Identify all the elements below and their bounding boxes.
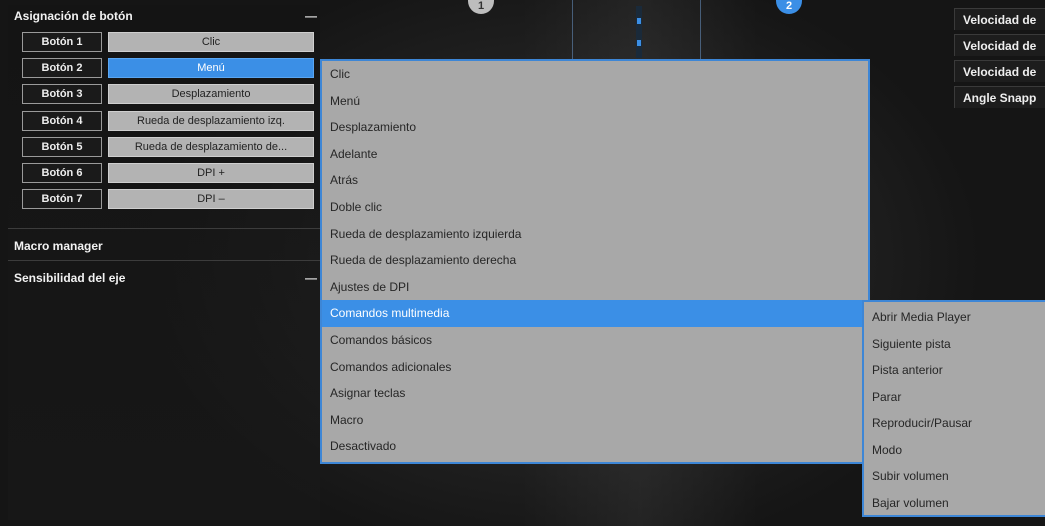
submenu-item[interactable]: Bajar volumen: [864, 490, 1045, 517]
button-row: Botón 6 DPI +: [22, 163, 314, 183]
submenu-item[interactable]: Parar: [864, 384, 1045, 411]
button-action-select[interactable]: Rueda de desplazamiento izq.: [108, 110, 314, 131]
axis-sensitivity-header[interactable]: Sensibilidad del eje —: [8, 268, 320, 288]
dropdown-menu-item[interactable]: Rueda de desplazamiento derecha: [322, 247, 868, 274]
right-panel-item[interactable]: Velocidad de: [954, 8, 1045, 30]
button-action-select[interactable]: Menú: [108, 58, 314, 79]
button-row: Botón 3 Desplazamiento: [22, 84, 314, 105]
collapse-icon[interactable]: —: [304, 6, 318, 26]
right-panel-item[interactable]: Velocidad de: [954, 60, 1045, 82]
right-panel-item[interactable]: Angle Snapp: [954, 86, 1045, 108]
button-action-select[interactable]: Rueda de desplazamiento de...: [108, 136, 314, 157]
multimedia-submenu: Abrir Media Player Siguiente pista Pista a…: [862, 300, 1045, 517]
button-name-label: Botón 6: [22, 163, 102, 183]
dropdown-menu-item[interactable]: Macro: [322, 407, 868, 434]
macro-manager-header[interactable]: Macro manager: [8, 236, 320, 256]
dropdown-menu-item[interactable]: Comandos adicionales: [322, 354, 868, 381]
dropdown-menu-item[interactable]: Asignar teclas: [322, 380, 868, 407]
submenu-item[interactable]: Reproducir/Pausar: [864, 410, 1045, 437]
dropdown-menu-item[interactable]: Comandos básicos: [322, 327, 868, 354]
button-name-label: Botón 1: [22, 32, 102, 52]
dropdown-menu-item[interactable]: Comandos multimedia: [322, 300, 868, 327]
collapse-icon[interactable]: —: [304, 268, 318, 288]
dropdown-menu-item[interactable]: Doble clic: [322, 194, 868, 221]
action-dropdown-menu: Clic Menú Desplazamiento Adelante Atrás Doble…: [320, 59, 870, 464]
dropdown-menu-item[interactable]: Desplazamiento: [322, 114, 868, 141]
dropdown-menu-item[interactable]: Menú: [322, 88, 868, 115]
button-action-select[interactable]: DPI +: [108, 163, 314, 183]
axis-sensitivity-title: Sensibilidad del eje: [14, 271, 126, 285]
right-panel-item[interactable]: Velocidad de: [954, 34, 1045, 56]
button-row: Botón 5 Rueda de desplazamiento de...: [22, 136, 314, 157]
button-action-select[interactable]: Clic: [108, 32, 314, 52]
button-name-label: Botón 3: [22, 84, 102, 105]
submenu-item[interactable]: Subir volumen: [864, 463, 1045, 490]
button-assignment-header[interactable]: Asignación de botón —: [8, 6, 320, 26]
macro-manager-title: Macro manager: [14, 239, 103, 253]
button-row: Botón 4 Rueda de desplazamiento izq.: [22, 110, 314, 131]
button-row: Botón 2 Menú: [22, 58, 314, 79]
button-action-select[interactable]: DPI –: [108, 189, 314, 210]
button-assignment-title: Asignación de botón: [14, 9, 133, 23]
left-panel: [8, 5, 320, 520]
button-row: Botón 7 DPI –: [22, 189, 314, 210]
dropdown-menu-item[interactable]: Atrás: [322, 167, 868, 194]
dropdown-menu-item[interactable]: Adelante: [322, 141, 868, 168]
dropdown-menu-item[interactable]: Desactivado: [322, 433, 868, 460]
button-row: Botón 1 Clic: [22, 32, 314, 52]
dropdown-menu-item[interactable]: Rueda de desplazamiento izquierda: [322, 221, 868, 248]
submenu-item[interactable]: Pista anterior: [864, 357, 1045, 384]
guide-line: [572, 0, 573, 60]
submenu-item[interactable]: Modo: [864, 437, 1045, 464]
button-name-label: Botón 2: [22, 58, 102, 79]
dropdown-menu-item[interactable]: Ajustes de DPI: [322, 274, 868, 301]
button-name-label: Botón 5: [22, 136, 102, 157]
dropdown-menu-item[interactable]: Clic: [322, 61, 868, 88]
divider: [8, 260, 320, 261]
button-action-select[interactable]: Desplazamiento: [108, 84, 314, 105]
button-name-label: Botón 4: [22, 110, 102, 131]
guide-line: [700, 0, 701, 60]
divider: [8, 228, 320, 229]
submenu-item[interactable]: Abrir Media Player: [864, 304, 1045, 331]
scroll-wheel-indicator: [636, 6, 642, 58]
submenu-item[interactable]: Siguiente pista: [864, 331, 1045, 358]
button-name-label: Botón 7: [22, 189, 102, 210]
